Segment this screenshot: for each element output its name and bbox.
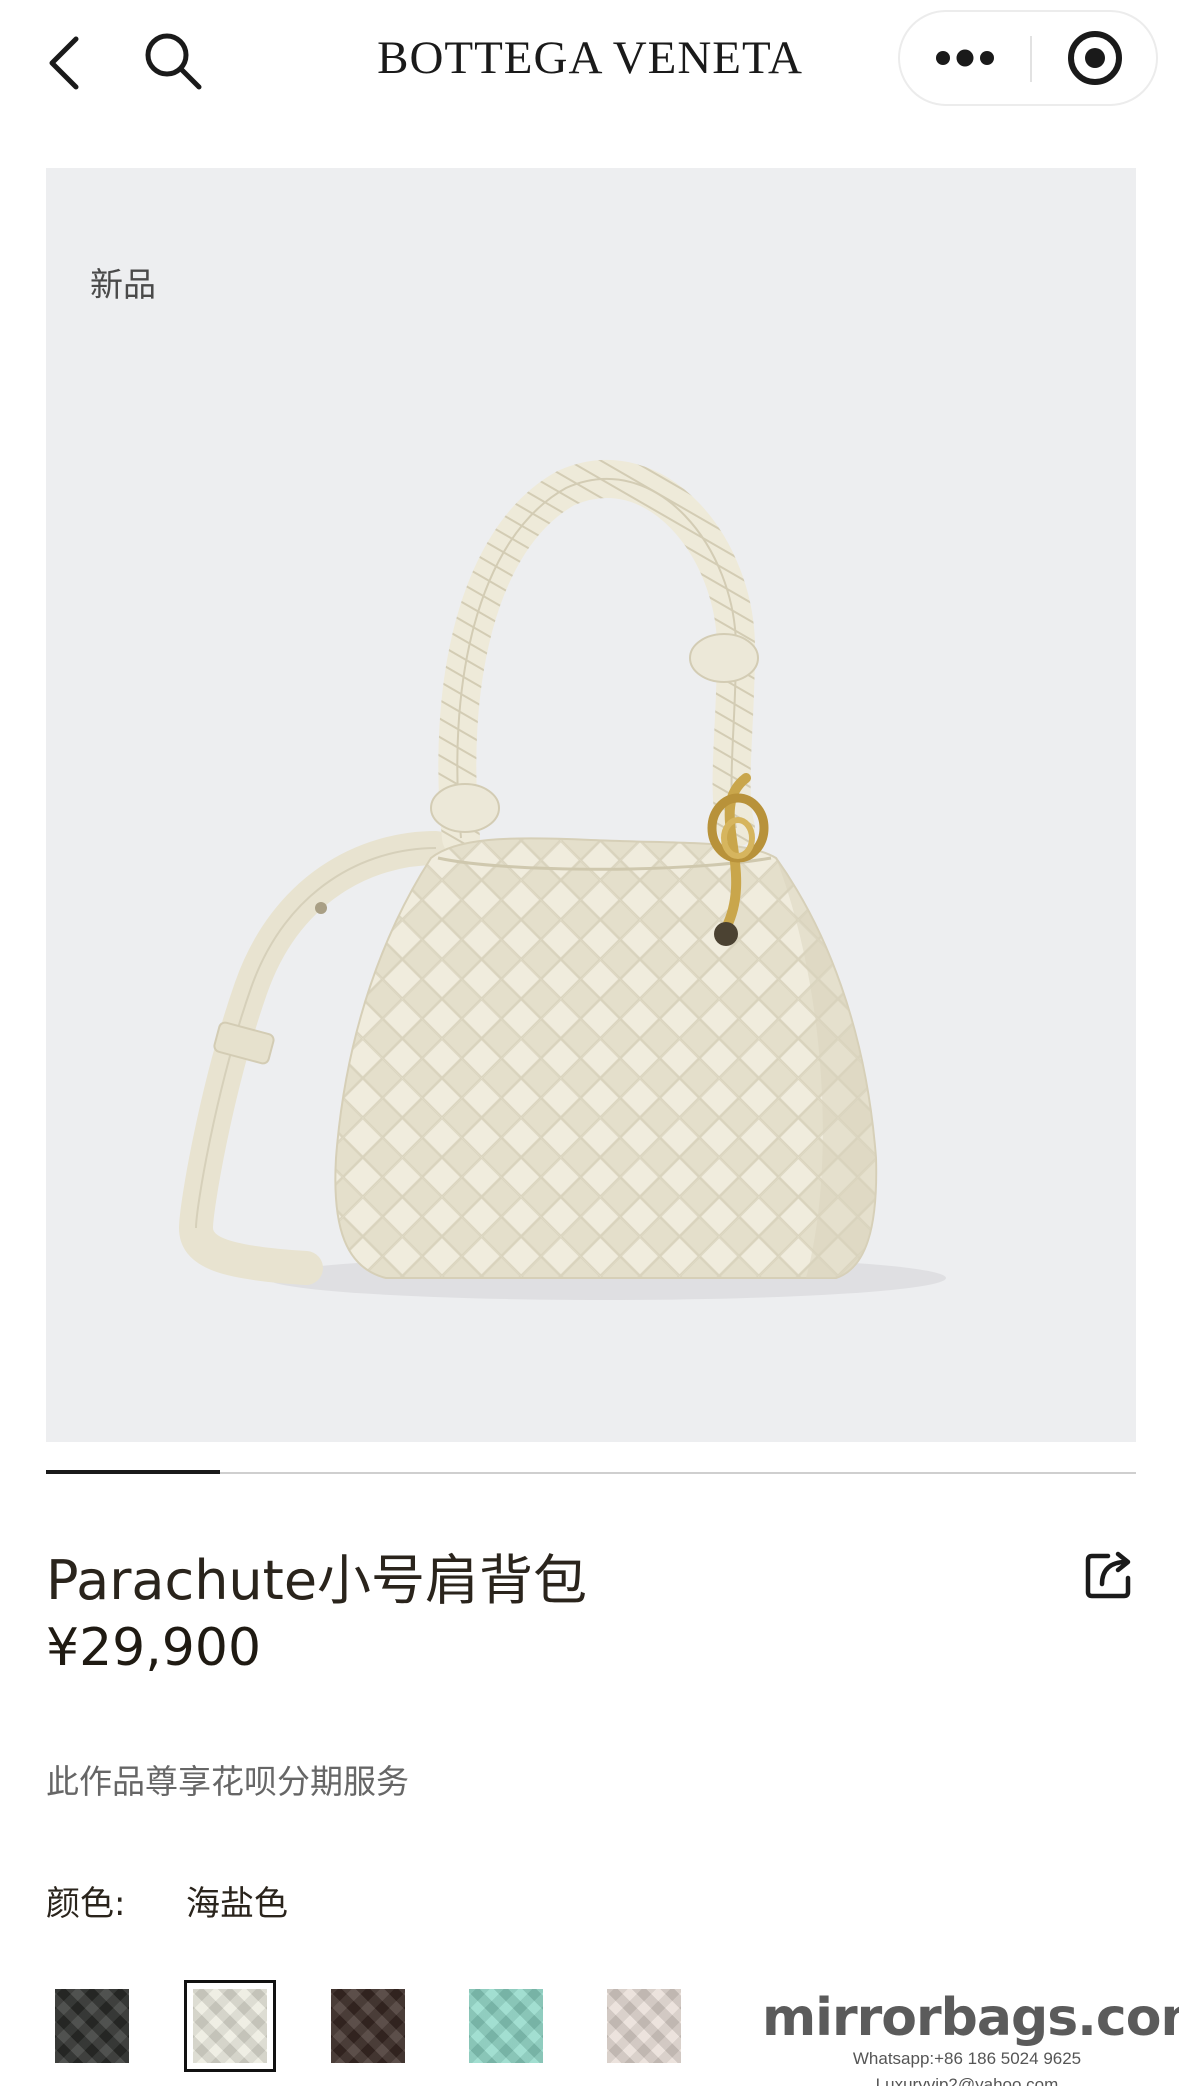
share-icon: [1085, 1551, 1131, 1599]
product-image[interactable]: 新品: [46, 168, 1136, 1442]
swatch-fill: [193, 1989, 267, 2063]
swatch-sea-salt[interactable]: [184, 1980, 276, 2072]
search-icon: [145, 33, 202, 90]
more-dots-icon: [936, 49, 994, 67]
swatch-black[interactable]: [46, 1980, 138, 2072]
brand-logo: BOTTEGA VENETA: [377, 32, 803, 84]
share-button[interactable]: [1082, 1546, 1138, 1602]
close-miniprogram-button[interactable]: [1032, 12, 1158, 104]
swatch-fill: [607, 1989, 681, 2063]
back-button[interactable]: [36, 28, 92, 98]
swatch-dark-brown[interactable]: [322, 1980, 414, 2072]
product-price: ¥29,900: [46, 1618, 262, 1678]
swatch-fill: [55, 1989, 129, 2063]
watermark-contact: Whatsapp:+86 186 5024 9625 Luxuryvip2@ya…: [852, 2049, 1082, 2086]
top-bar: BOTTEGA VENETA: [0, 0, 1179, 120]
mini-program-capsule: [898, 10, 1158, 106]
carousel-progress: [46, 1470, 1136, 1474]
chevron-left-icon: [49, 36, 79, 90]
watermark-site: mirrorbags.com: [762, 1988, 1179, 2048]
handbag-illustration: [178, 460, 946, 1300]
search-button[interactable]: [138, 26, 208, 96]
swatch-mint[interactable]: [460, 1980, 552, 2072]
swatch-fill: [331, 1989, 405, 2063]
color-swatches: [46, 1980, 690, 2074]
color-label: 颜色:: [46, 1884, 126, 1924]
swatch-blush[interactable]: [598, 1980, 690, 2072]
color-value: 海盐色: [186, 1884, 288, 1924]
more-button[interactable]: [900, 12, 1030, 104]
watermark: mirrorbags.com Whatsapp:+86 186 5024 962…: [762, 1988, 1179, 2086]
swatch-fill: [469, 1989, 543, 2063]
installment-note: 此作品尊享花呗分期服务: [46, 1762, 409, 1801]
carousel-progress-fill: [46, 1470, 221, 1474]
product-title: Parachute小号肩背包: [46, 1549, 588, 1612]
target-icon: [1068, 31, 1122, 85]
